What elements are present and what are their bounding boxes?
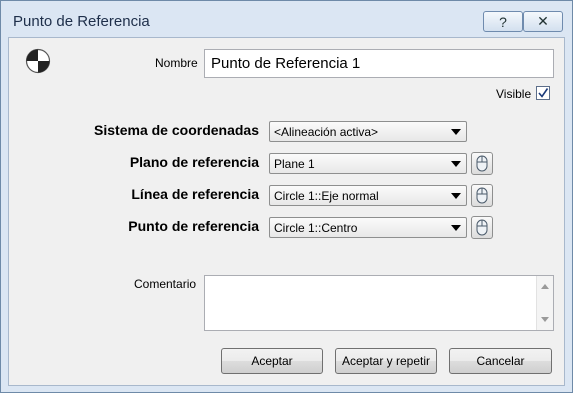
- visible-checkbox[interactable]: [536, 86, 550, 100]
- reference-plane-select[interactable]: Plane 1: [269, 153, 467, 174]
- reference-point-label: Punto de referencia: [128, 218, 259, 234]
- mouse-icon: [476, 219, 488, 236]
- visible-label: Visible: [496, 87, 532, 101]
- reference-point-select[interactable]: Circle 1::Centro: [269, 217, 467, 238]
- coordinate-system-select[interactable]: <Alineación activa>: [269, 121, 467, 142]
- cancel-button[interactable]: Cancelar: [449, 348, 552, 374]
- help-button[interactable]: ?: [483, 11, 523, 32]
- coordinate-system-label: Sistema de coordenadas: [94, 122, 259, 138]
- chevron-down-icon: [451, 129, 461, 135]
- dialog-window: Punto de Referencia ? ✕ Nombre Visible S…: [0, 0, 573, 393]
- comentario-textarea[interactable]: [204, 275, 554, 331]
- accept-repeat-button[interactable]: Aceptar y repetir: [335, 348, 437, 374]
- help-icon: ?: [499, 13, 507, 30]
- dialog-body: Nombre Visible Sistema de coordenadas <A…: [8, 37, 565, 386]
- close-button[interactable]: ✕: [523, 11, 563, 32]
- mouse-icon: [476, 155, 488, 172]
- reference-plane-pick-button[interactable]: [471, 152, 493, 175]
- coordinate-system-value: <Alineación activa>: [274, 125, 379, 139]
- reference-point-value: Circle 1::Centro: [274, 221, 358, 235]
- reference-plane-label: Plano de referencia: [129, 154, 259, 170]
- comentario-label: Comentario: [134, 277, 197, 291]
- reference-plane-value: Plane 1: [274, 157, 315, 171]
- window-title: Punto de Referencia: [13, 13, 150, 30]
- title-bar[interactable]: Punto de Referencia ? ✕: [1, 1, 572, 37]
- accept-button[interactable]: Aceptar: [221, 348, 323, 374]
- chevron-down-icon: [451, 161, 461, 167]
- nombre-label: Nombre: [155, 56, 198, 70]
- comentario-scrollbar[interactable]: [536, 276, 553, 330]
- nombre-input[interactable]: [204, 49, 554, 78]
- checkmark-icon: [538, 88, 549, 98]
- scroll-up-icon[interactable]: [541, 284, 549, 289]
- reference-line-select[interactable]: Circle 1::Eje normal: [269, 185, 467, 206]
- reference-point-icon: [25, 48, 51, 74]
- scroll-down-icon[interactable]: [541, 317, 549, 322]
- reference-line-pick-button[interactable]: [471, 184, 493, 207]
- chevron-down-icon: [451, 225, 461, 231]
- reference-line-value: Circle 1::Eje normal: [274, 189, 379, 203]
- reference-point-pick-button[interactable]: [471, 216, 493, 239]
- chevron-down-icon: [451, 193, 461, 199]
- reference-line-label: Línea de referencia: [131, 186, 259, 202]
- close-icon: ✕: [537, 13, 549, 29]
- mouse-icon: [476, 187, 488, 204]
